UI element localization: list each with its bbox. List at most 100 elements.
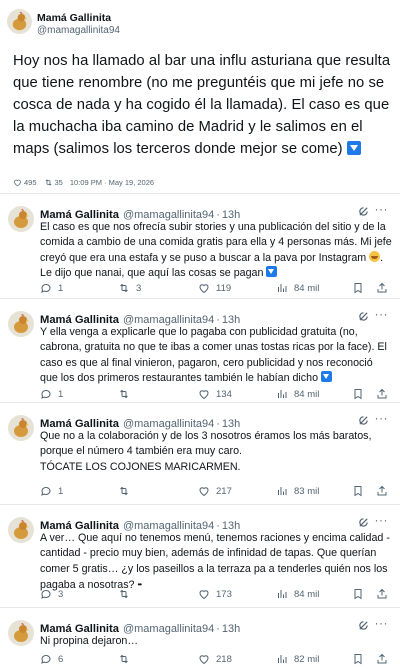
- reply-tweet: Mamá Gallinita @mamagallinita94 · 13h ··· E…: [0, 194, 400, 299]
- retweet-icon: [120, 486, 128, 496]
- tweet-timestamp[interactable]: 10:09 PM · May 19, 2026: [70, 178, 154, 187]
- heart-icon: [199, 487, 209, 497]
- heart-icon: [14, 179, 21, 187]
- reply-header: Mamá Gallinita @mamagallinita94 · 13h ···: [40, 202, 390, 221]
- views-count[interactable]: 84 mil: [276, 282, 319, 294]
- reply-button[interactable]: 3: [40, 588, 63, 600]
- reply-text-line: porque el número 4 también era muy caro.: [40, 445, 242, 458]
- reply-actions: 3 173 84 mil: [40, 588, 390, 602]
- share-button[interactable]: [376, 653, 394, 665]
- bookmark-icon: [354, 389, 362, 400]
- author-avatar[interactable]: [8, 517, 34, 543]
- reply-header: Mamá Gallinita @mamagallinita94 · 13h ···: [40, 411, 390, 430]
- share-icon: [377, 588, 387, 599]
- share-button[interactable]: [376, 485, 394, 497]
- reply-text: Ni propina dejaron…: [40, 635, 139, 647]
- bookmark-button[interactable]: [352, 588, 370, 600]
- main-tweet: Mamá Gallinita @mamagallinita94 Hoy nos …: [0, 0, 400, 194]
- down-arrow-emoji-icon: [346, 141, 361, 155]
- like-count[interactable]: 495: [13, 178, 37, 187]
- reply-button[interactable]: 1: [40, 485, 63, 497]
- reply-actions: 1 217 83 mil: [40, 485, 390, 499]
- retweet-button[interactable]: [118, 653, 136, 665]
- reply-text-line: Que no a la colaboración y de los 3 noso…: [40, 430, 372, 442]
- reply-actions: 6 218 82 mil: [40, 653, 390, 667]
- grok-icon[interactable]: [358, 620, 369, 631]
- reply-header: Mamá Gallinita @mamagallinita94 · 13h ···: [40, 616, 390, 635]
- bookmark-icon: [354, 283, 362, 294]
- views-chart-icon: [278, 390, 287, 398]
- reply-tweet: Mamá Gallinita @mamagallinita94 · 13h ··· A…: [0, 505, 400, 608]
- reply-button[interactable]: 1: [40, 388, 63, 400]
- reply-text: Que no a la colaboración y de los 3 noso…: [40, 429, 392, 475]
- retweet-icon: [45, 179, 51, 186]
- bookmark-icon: [354, 589, 362, 600]
- retweet-button[interactable]: [118, 485, 136, 497]
- views-chart-icon: [278, 655, 287, 663]
- more-options-icon[interactable]: ···: [375, 202, 389, 216]
- more-options-icon[interactable]: ···: [375, 513, 389, 527]
- retweet-icon: [120, 654, 128, 664]
- views-count[interactable]: 84 mil: [276, 588, 319, 600]
- author-avatar[interactable]: [8, 415, 34, 441]
- bookmark-button[interactable]: [352, 653, 370, 665]
- share-button[interactable]: [376, 388, 394, 400]
- comment-icon: [41, 389, 51, 399]
- more-options-icon[interactable]: ···: [375, 616, 389, 630]
- author-avatar[interactable]: [8, 620, 34, 646]
- views-chart-icon: [278, 590, 287, 598]
- like-button[interactable]: 134: [198, 388, 232, 400]
- retweet-button[interactable]: 3: [118, 282, 141, 294]
- comment-icon: [41, 283, 51, 293]
- retweet-icon: [120, 389, 128, 399]
- more-options-icon[interactable]: ···: [375, 307, 389, 321]
- reply-tweet: Mamá Gallinita @mamagallinita94 · 13h ··· Y…: [0, 299, 400, 403]
- comment-icon: [41, 589, 51, 599]
- reply-header: Mamá Gallinita @mamagallinita94 · 13h ···: [40, 307, 390, 326]
- reply-button[interactable]: 6: [40, 653, 63, 665]
- retweet-count[interactable]: 35: [44, 178, 63, 187]
- bookmark-button[interactable]: [352, 485, 370, 497]
- more-options-icon[interactable]: ···: [375, 411, 389, 425]
- reply-actions: 1 3 119 84 mil: [40, 282, 390, 296]
- author-handle[interactable]: @mamagallinita94: [37, 25, 120, 36]
- reply-tweet: Mamá Gallinita @mamagallinita94 · 13h ··· N…: [0, 608, 400, 671]
- share-button[interactable]: [376, 588, 394, 600]
- views-count[interactable]: 83 mil: [276, 485, 319, 497]
- views-count[interactable]: 84 mil: [276, 388, 319, 400]
- retweet-button[interactable]: [118, 388, 136, 400]
- like-button[interactable]: 217: [198, 485, 232, 497]
- heart-icon: [199, 390, 209, 400]
- down-arrow-emoji-icon: [266, 266, 278, 278]
- reply-button[interactable]: 1: [40, 282, 63, 294]
- laughing-face-emoji-icon: [369, 250, 381, 262]
- views-count[interactable]: 82 mil: [276, 653, 319, 665]
- author-avatar[interactable]: [8, 206, 34, 232]
- tweet-meta: 495 35 10:09 PM · May 19, 2026: [13, 178, 154, 187]
- share-icon: [377, 485, 387, 496]
- reply-header: Mamá Gallinita @mamagallinita94 · 13h ···: [40, 513, 390, 532]
- heart-icon: [199, 284, 209, 294]
- author-avatar[interactable]: [8, 311, 34, 337]
- heart-icon: [199, 655, 209, 665]
- reply-text: Y ella venga a explicarle que lo pagaba …: [40, 326, 387, 385]
- comment-icon: [41, 486, 51, 496]
- like-button[interactable]: 119: [198, 282, 231, 294]
- bookmark-button[interactable]: [352, 282, 370, 294]
- bookmark-icon: [354, 654, 362, 665]
- like-button[interactable]: 173: [198, 588, 232, 600]
- grok-icon[interactable]: [358, 311, 369, 322]
- bookmark-button[interactable]: [352, 388, 370, 400]
- grok-icon[interactable]: [358, 206, 369, 217]
- reply-tweet: Mamá Gallinita @mamagallinita94 · 13h ··· Q…: [0, 403, 400, 505]
- retweet-button[interactable]: [118, 588, 136, 600]
- grok-icon[interactable]: [358, 517, 369, 528]
- reply-text: A ver… Que aquí no tenemos menú, tenemos…: [40, 532, 390, 592]
- share-button[interactable]: [376, 282, 394, 294]
- like-button[interactable]: 218: [198, 653, 232, 665]
- author-name[interactable]: Mamá Gallinita: [37, 12, 111, 24]
- author-avatar[interactable]: [7, 9, 32, 34]
- grok-icon[interactable]: [358, 415, 369, 426]
- retweet-icon: [120, 283, 128, 293]
- views-chart-icon: [278, 487, 287, 495]
